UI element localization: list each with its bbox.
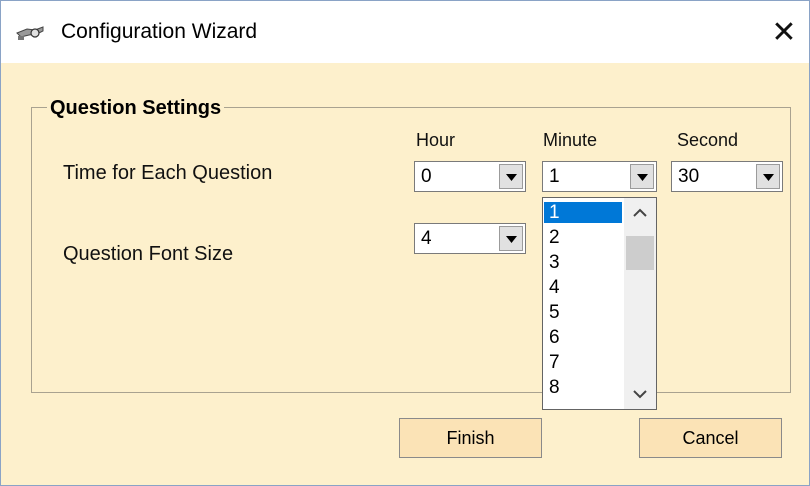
chevron-up-icon	[633, 208, 647, 217]
minute-option-1[interactable]: 1	[544, 202, 622, 223]
minute-select[interactable]: 1	[542, 161, 657, 192]
question-font-size-label: Question Font Size	[63, 243, 234, 265]
minute-option-5[interactable]: 5	[544, 302, 622, 323]
font-size-value: 4	[421, 228, 432, 249]
question-settings-title: Question Settings	[47, 96, 225, 120]
chevron-down-icon	[506, 236, 517, 243]
chevron-down-icon	[506, 174, 517, 181]
hour-value: 0	[421, 166, 432, 187]
minute-option-8[interactable]: 8	[544, 377, 622, 398]
close-icon: ✕	[771, 15, 797, 49]
font-size-select[interactable]: 4	[414, 223, 526, 254]
font-size-dropdown-button[interactable]	[499, 226, 523, 251]
second-select[interactable]: 30	[671, 161, 783, 192]
scroll-thumb[interactable]	[626, 236, 654, 270]
finish-button[interactable]: Finish	[399, 418, 542, 458]
minute-list-scrollbar[interactable]	[624, 198, 656, 409]
time-for-each-question-label: Time for Each Question	[63, 162, 273, 184]
minute-option-2[interactable]: 2	[544, 227, 622, 248]
second-label: Second	[677, 130, 739, 150]
scroll-down-button[interactable]	[624, 380, 656, 408]
title-bar: Configuration Wizard ✕	[1, 1, 809, 63]
chevron-down-icon	[637, 174, 648, 181]
minute-label: Minute	[543, 130, 598, 150]
chevron-down-icon	[763, 174, 774, 181]
scroll-up-button[interactable]	[624, 198, 656, 228]
hour-label: Hour	[416, 130, 456, 150]
window-title: Configuration Wizard	[61, 20, 258, 43]
minute-option-6[interactable]: 6	[544, 327, 622, 348]
hour-dropdown-button[interactable]	[499, 164, 523, 189]
minute-option-7[interactable]: 7	[544, 352, 622, 373]
cancel-button[interactable]: Cancel	[639, 418, 782, 458]
configuration-wizard-window: Configuration Wizard ✕ Question Settings…	[0, 0, 810, 486]
app-icon	[15, 21, 45, 43]
minute-option-4[interactable]: 4	[544, 277, 622, 298]
minute-option-3[interactable]: 3	[544, 252, 622, 273]
hour-select[interactable]: 0	[414, 161, 526, 192]
second-dropdown-button[interactable]	[756, 164, 780, 189]
close-button[interactable]: ✕	[761, 13, 807, 51]
chevron-down-icon	[633, 390, 647, 399]
minute-dropdown-button[interactable]	[630, 164, 654, 189]
minute-value: 1	[549, 166, 560, 187]
second-value: 30	[678, 166, 700, 187]
